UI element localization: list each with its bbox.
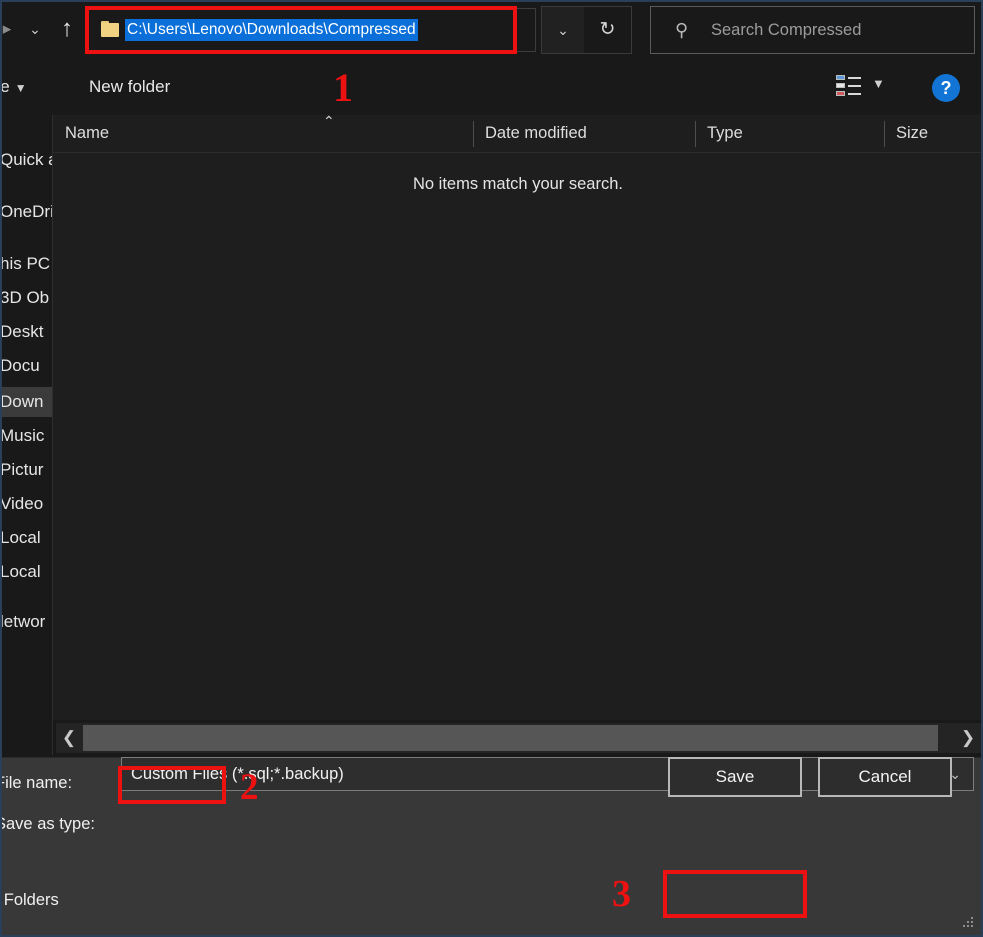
view-options-chevron-down-icon[interactable]: ▼ [872, 76, 885, 91]
address-dropdown-icon[interactable]: ⌄ [541, 6, 585, 54]
sidebar-item[interactable]: his PC [0, 249, 52, 279]
sidebar-item[interactable]: Down [0, 387, 52, 417]
sort-ascending-icon[interactable]: ⌃ [323, 113, 335, 130]
column-header-label: Name [65, 115, 109, 152]
resize-grip-icon[interactable] [963, 917, 975, 929]
column-header[interactable]: Date modified [473, 115, 695, 152]
refresh-icon[interactable]: ↻ [584, 6, 632, 54]
column-header-label: Date modified [485, 115, 587, 152]
column-header[interactable]: Size [884, 115, 983, 152]
sidebar-item[interactable]: Local [0, 557, 52, 587]
file-name-label: File name: [0, 768, 72, 798]
horizontal-scrollbar[interactable]: ❮ ❯ [56, 723, 981, 753]
header-divider [53, 152, 983, 153]
organize-label: ize [0, 77, 10, 96]
save-file-dialog: ▸ ⌄ ↑ C:\Users\Lenovo\Downloads\Compress… [0, 0, 983, 937]
organize-button[interactable]: ize ▼ [0, 72, 27, 102]
dialog-footer: File name: backup ⌄ Save as type: Custom… [0, 757, 983, 937]
sidebar-item[interactable]: Quick a [0, 145, 52, 175]
up-one-level-icon[interactable]: ↑ [52, 11, 82, 47]
forward-icon[interactable]: ▸ [0, 14, 18, 44]
search-input[interactable]: Search Compressed [711, 19, 861, 41]
navigation-bar: ▸ ⌄ ↑ C:\Users\Lenovo\Downloads\Compress… [0, 0, 983, 60]
recent-locations-icon[interactable]: ⌄ [22, 14, 48, 44]
sidebar-item[interactable]: Local [0, 523, 52, 553]
save-as-type-value[interactable]: Custom Files (*.sql;*.backup) [131, 758, 344, 790]
cancel-button[interactable]: Cancel [818, 757, 952, 797]
navigation-sidebar: Quick a OneDri his PC 3D Ob Deskt Docu Down Mus… [0, 115, 52, 755]
sidebar-item[interactable]: Deskt [0, 317, 52, 347]
scrollbar-thumb[interactable] [83, 725, 938, 751]
list-view-icon[interactable] [836, 75, 862, 99]
column-header-label: Type [707, 115, 743, 152]
sidebar-item[interactable]: Video [0, 489, 52, 519]
folder-icon [101, 21, 120, 37]
empty-state-message: No items match your search. [53, 175, 983, 194]
column-header[interactable]: Name [53, 115, 473, 152]
sidebar-item[interactable]: OneDri [0, 197, 52, 227]
address-bar-input[interactable]: C:\Users\Lenovo\Downloads\Compressed [125, 19, 418, 41]
address-bar[interactable]: C:\Users\Lenovo\Downloads\Compressed [88, 8, 536, 52]
hide-folders-button[interactable]: e Folders [0, 885, 59, 915]
new-folder-button[interactable]: New folder [89, 72, 170, 102]
save-as-type-label: Save as type: [0, 809, 95, 839]
column-header[interactable]: Type [695, 115, 884, 152]
column-separator[interactable] [695, 121, 696, 147]
file-list-header: Name Date modified Type Size [53, 115, 983, 152]
sidebar-item[interactable]: letwor [0, 607, 52, 637]
scroll-left-icon[interactable]: ❮ [56, 723, 82, 753]
column-header-label: Size [896, 115, 928, 152]
column-separator[interactable] [473, 121, 474, 147]
sidebar-item[interactable]: Pictur [0, 455, 52, 485]
column-separator[interactable] [884, 121, 885, 147]
scroll-right-icon[interactable]: ❯ [955, 723, 981, 753]
file-list-pane: Name Date modified Type Size ⌃ No items mat… [53, 115, 983, 720]
sidebar-item[interactable]: Docu [0, 351, 52, 381]
sidebar-item[interactable]: 3D Ob [0, 283, 52, 313]
sidebar-item[interactable]: Music [0, 421, 52, 451]
help-icon[interactable]: ? [932, 74, 960, 102]
chevron-down-icon: ▼ [15, 81, 27, 95]
search-icon: ⚲ [675, 19, 697, 41]
search-box[interactable]: ⚲ Search Compressed [650, 6, 975, 54]
save-button[interactable]: Save [668, 757, 802, 797]
